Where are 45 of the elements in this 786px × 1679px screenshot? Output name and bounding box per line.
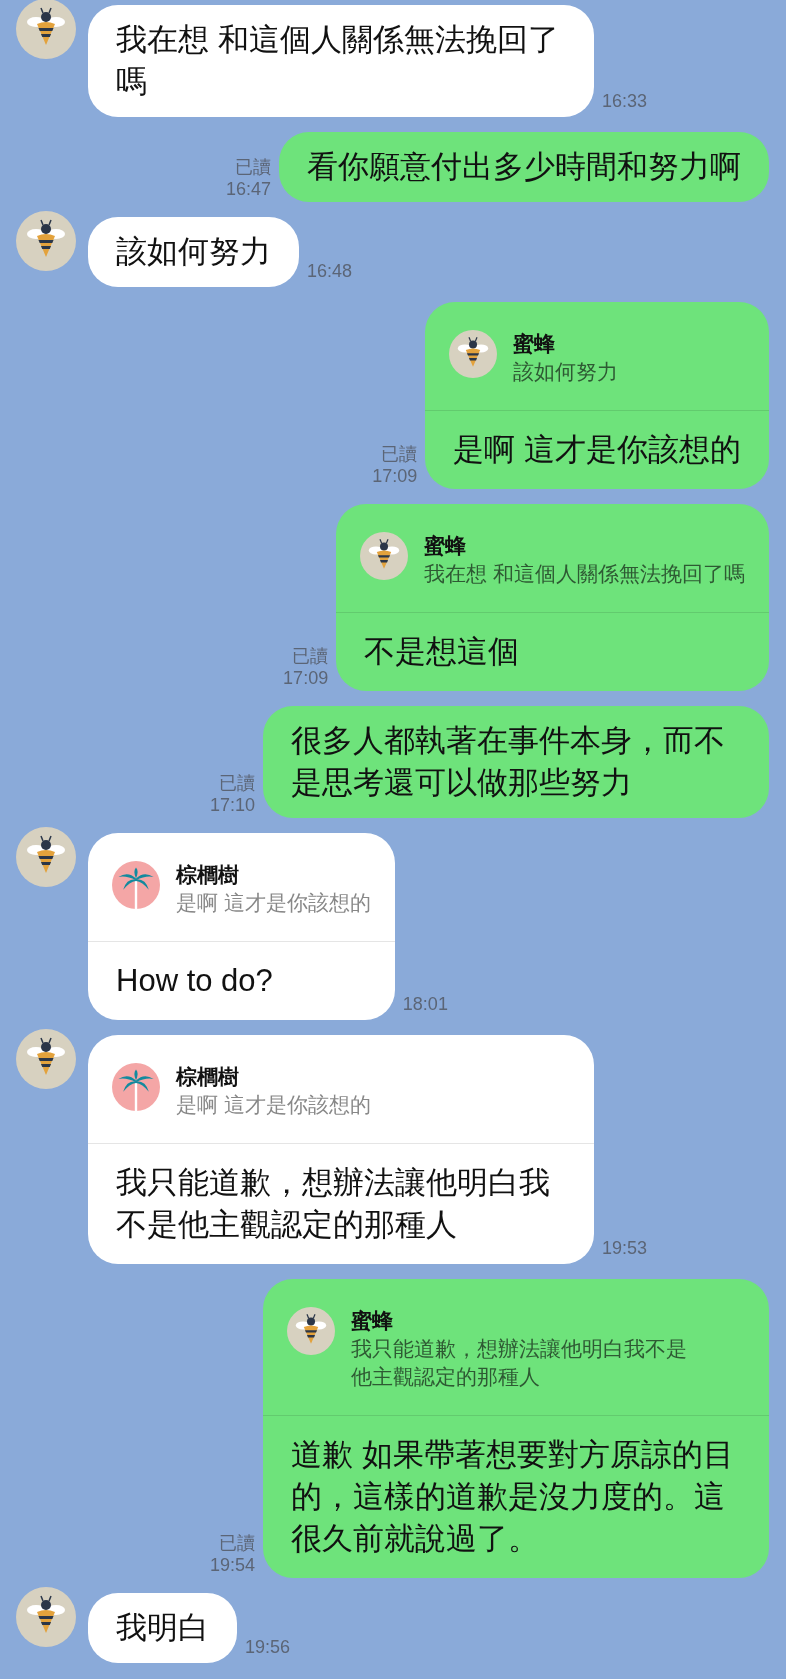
read-status: 已讀 bbox=[219, 772, 255, 794]
quoted-message-text: 我在想 和這個人關係無法挽回了嗎 bbox=[424, 561, 745, 587]
message-bubble: 很多人都執著在事件本身，而不是思考還可以做那些努力 bbox=[263, 706, 769, 818]
quoted-sender-name: 棕櫚樹 bbox=[176, 1064, 240, 1090]
palm-tree-avatar-icon bbox=[112, 1063, 160, 1111]
bee-avatar-icon bbox=[16, 827, 76, 887]
message-text: 我只能道歉，想辦法讓他明白我不是他主觀認定的那種人 bbox=[115, 1164, 551, 1244]
message-text: 是啊 這才是你該想的 bbox=[452, 431, 742, 469]
message-time: 16:47 bbox=[225, 178, 271, 200]
quoted-sender-name: 蜜蜂 bbox=[351, 1308, 394, 1334]
message-time: 16:48 bbox=[307, 260, 353, 283]
quoted-message-text: 是啊 這才是你該想的 bbox=[176, 1092, 371, 1118]
message-bubble: 我明白 bbox=[88, 1593, 237, 1663]
message-text: 道歉 如果帶著想要對方原諒的目的，這樣的道歉是沒力度的。這很久前就說過了。 bbox=[290, 1436, 735, 1558]
message-text: How to do? bbox=[115, 962, 274, 1000]
bee-avatar-icon bbox=[360, 532, 409, 580]
read-status: 已讀 bbox=[235, 156, 271, 178]
message-bubble: 看你願意付出多少時間和努力啊 bbox=[279, 132, 769, 202]
bee-avatar-icon bbox=[16, 1587, 76, 1647]
message-time: 17:09 bbox=[372, 465, 418, 487]
palm-tree-avatar-icon bbox=[112, 861, 160, 909]
message-time: 17:09 bbox=[283, 667, 329, 689]
quoted-sender-name: 蜜蜂 bbox=[513, 331, 557, 357]
quoted-sender-name: 棕櫚樹 bbox=[176, 862, 240, 888]
bee-avatar-icon bbox=[16, 0, 76, 59]
quoted-message-text: 我只能道歉，想辦法讓他明白我不是他主觀認定的那種人 bbox=[351, 1336, 688, 1390]
read-status: 已讀 bbox=[292, 645, 329, 667]
bee-avatar-icon bbox=[16, 1029, 76, 1089]
message-bubble: 我在想 和這個人關係無法挽回了嗎 bbox=[88, 5, 594, 117]
read-status: 已讀 bbox=[381, 443, 418, 465]
message-time: 16:33 bbox=[602, 90, 648, 113]
bee-avatar-icon bbox=[16, 211, 76, 271]
bee-avatar-icon bbox=[449, 330, 498, 378]
message-time: 17:10 bbox=[209, 794, 255, 816]
message-bubble: 該如何努力 bbox=[88, 217, 299, 287]
quoted-message-text: 該如何努力 bbox=[513, 359, 619, 385]
quoted-sender-name: 蜜蜂 bbox=[424, 533, 468, 559]
message-text: 不是想這個 bbox=[363, 633, 521, 671]
message-time: 18:01 bbox=[402, 993, 448, 1016]
read-status: 已讀 bbox=[219, 1532, 255, 1554]
message-time: 19:56 bbox=[245, 1636, 291, 1659]
quoted-message-text: 是啊 這才是你該想的 bbox=[176, 890, 371, 916]
message-time: 19:53 bbox=[602, 1237, 648, 1260]
message-time: 19:54 bbox=[209, 1554, 255, 1576]
bee-avatar-icon bbox=[287, 1307, 335, 1355]
